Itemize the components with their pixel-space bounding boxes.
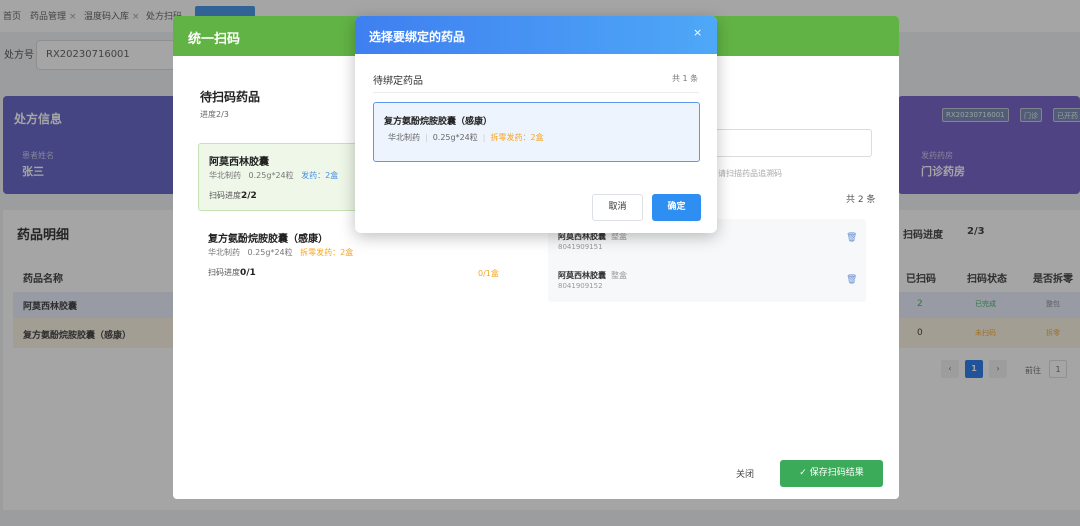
pending-progress: 进度2/3 <box>200 110 229 119</box>
save-scan-button[interactable]: ✓ 保存扫码结果 <box>780 460 883 487</box>
pending-title: 待扫码药品 <box>200 90 261 104</box>
close-button[interactable]: 关闭 <box>736 467 754 480</box>
cancel-button[interactable]: 取消 <box>592 194 643 221</box>
drug-name: 复方氨酚烷胺胶囊（感康） <box>208 234 328 245</box>
delete-icon[interactable]: 🗑 <box>846 275 857 285</box>
drug-meta: 华北制药 | 0.25g*24粒 | 拆零发药：2盒 <box>388 133 544 142</box>
bind-count: 共 1 条 <box>672 74 699 83</box>
bind-dialog-header: 选择要绑定的药品 × <box>355 16 717 54</box>
bind-drug-dialog: 选择要绑定的药品 × 待绑定药品 共 1 条 复方氨酚烷胺胶囊（感康） 华北制药… <box>355 16 717 233</box>
drug-name: 阿莫西林胶囊 <box>209 157 269 168</box>
check-icon: ✓ <box>799 468 810 478</box>
drug-meta: 华北制药 0.25g*24粒 拆零发药：2盒 <box>208 248 354 257</box>
scan-hint: 请扫描药品追溯码 <box>718 169 782 178</box>
trace-code: 8041909151 <box>558 243 603 251</box>
drug-scan-progress: 扫码进度2/2 <box>209 191 257 201</box>
drug-scan-progress: 扫码进度0/1 <box>208 268 256 278</box>
scanned-total: 共 2 条 <box>846 195 876 205</box>
divider <box>373 92 699 93</box>
split-badge: 0/1盒 <box>478 269 499 278</box>
drug-meta: 华北制药 0.25g*24粒 发药：2盒 <box>209 171 339 180</box>
delete-icon[interactable]: 🗑 <box>846 233 857 243</box>
list-item[interactable]: 阿莫西林胶囊 整盒 <box>558 270 627 281</box>
bind-subtitle: 待绑定药品 <box>373 76 423 87</box>
close-icon[interactable]: × <box>693 26 702 39</box>
scan-dialog-title: 统一扫码 <box>188 32 241 47</box>
trace-code: 8041909152 <box>558 282 603 290</box>
confirm-button[interactable]: 确定 <box>652 194 701 221</box>
bind-dialog-title: 选择要绑定的药品 <box>369 30 466 44</box>
bind-drug-option[interactable]: 复方氨酚烷胺胶囊（感康） 华北制药 | 0.25g*24粒 | 拆零发药：2盒 <box>373 102 700 162</box>
drug-name: 复方氨酚烷胺胶囊（感康） <box>384 117 493 127</box>
